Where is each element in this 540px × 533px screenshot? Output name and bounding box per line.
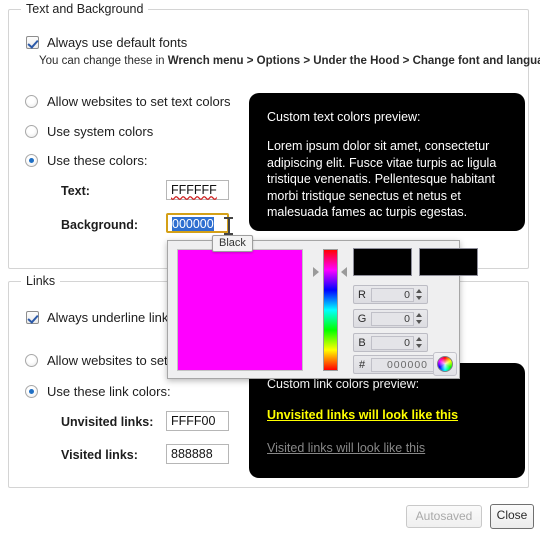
radio-use-these-link-colors-button[interactable] [25, 385, 38, 398]
radio-use-these-colors-label: Use these colors: [47, 153, 148, 168]
link-colors-preview-panel: Custom link colors preview: Unvisited li… [249, 363, 525, 478]
saturation-value-area[interactable] [177, 249, 303, 371]
radio-use-these-link-colors[interactable]: Use these link colors: [25, 384, 171, 399]
text-color-input[interactable]: FFFFFF [166, 180, 229, 200]
text-color-value: FFFFFF [171, 183, 217, 197]
blue-channel-value[interactable]: 0 [371, 335, 414, 350]
red-channel-stepper-icon[interactable] [415, 287, 424, 302]
radio-allow-websites-text-colors-button[interactable] [25, 95, 38, 108]
green-channel-row[interactable]: G 0 [353, 309, 428, 328]
background-color-value: 000000 [172, 217, 214, 231]
visited-links-label: Visited links: [61, 448, 138, 462]
preview-unvisited-link[interactable]: Unvisited links will look like this [267, 408, 507, 422]
color-picker-popup[interactable]: R 0 G 0 B 0 # 000000 [167, 240, 478, 379]
radio-use-these-link-colors-label: Use these link colors: [47, 384, 171, 399]
red-channel-value[interactable]: 0 [371, 287, 414, 302]
default-fonts-hint-prefix: You can change these in [39, 55, 168, 67]
text-cursor-icon [224, 217, 233, 235]
unvisited-links-label: Unvisited links: [61, 415, 154, 429]
green-channel-stepper-icon[interactable] [415, 311, 424, 326]
green-channel-label: G [357, 312, 367, 325]
green-channel-value[interactable]: 0 [371, 311, 414, 326]
blue-channel-label: B [358, 336, 366, 349]
red-channel-label: R [358, 288, 366, 301]
color-wheel-button[interactable] [433, 352, 457, 376]
current-color-swatch[interactable] [419, 248, 478, 276]
radio-use-system-colors-button[interactable] [25, 125, 38, 138]
radio-use-system-colors[interactable]: Use system colors [25, 124, 153, 139]
text-and-background-legend: Text and Background [21, 2, 149, 16]
text-preview-body: Lorem ipsum dolor sit amet, consectetur … [267, 139, 497, 219]
autosaved-button: Autosaved [406, 505, 482, 528]
always-underline-links-label: Always underline links [47, 310, 175, 325]
color-tooltip: Black [212, 235, 253, 252]
close-button[interactable]: Close [490, 504, 534, 529]
unvisited-links-input[interactable]: FFFF00 [166, 411, 229, 431]
color-wheel-icon [437, 356, 453, 372]
background-color-input[interactable]: 000000 [166, 213, 229, 233]
links-legend: Links [21, 274, 61, 288]
hex-label: # [358, 358, 366, 371]
text-color-label: Text: [61, 184, 90, 198]
link-preview-title: Custom link colors preview: [267, 377, 420, 391]
red-channel-row[interactable]: R 0 [353, 285, 428, 304]
visited-links-input[interactable]: 888888 [166, 444, 229, 464]
always-use-default-fonts-checkbox[interactable] [26, 36, 39, 49]
options-dialog: Text and Background Always use default f… [0, 0, 540, 533]
radio-use-these-colors-button[interactable] [25, 154, 38, 167]
always-underline-links-row[interactable]: Always underline links [26, 310, 175, 325]
radio-use-these-colors[interactable]: Use these colors: [25, 153, 147, 168]
radio-use-system-colors-label: Use system colors [47, 124, 154, 139]
radio-allow-websites-text-colors-label: Allow websites to set text colors [47, 94, 231, 109]
default-fonts-hint: You can change these in Wrench menu > Op… [39, 55, 540, 67]
hue-slider[interactable] [323, 249, 338, 371]
radio-allow-websites-link-colors-button[interactable] [25, 354, 38, 367]
blue-channel-row[interactable]: B 0 [353, 333, 428, 352]
blue-channel-stepper-icon[interactable] [415, 335, 424, 350]
always-use-default-fonts-row[interactable]: Always use default fonts [26, 35, 187, 50]
hue-marker-right-icon [341, 267, 347, 277]
preview-visited-link[interactable]: Visited links will look like this [267, 441, 507, 455]
visited-links-value: 888888 [171, 447, 213, 461]
always-underline-links-checkbox[interactable] [26, 311, 39, 324]
new-color-swatch[interactable] [353, 248, 412, 276]
text-preview-title: Custom text colors preview: [267, 110, 421, 124]
radio-allow-websites-text-colors[interactable]: Allow websites to set text colors [25, 94, 231, 109]
hue-marker-left-icon [313, 267, 319, 277]
always-use-default-fonts-label: Always use default fonts [47, 35, 188, 50]
text-colors-preview-panel: Custom text colors preview: Lorem ipsum … [249, 93, 525, 231]
default-fonts-hint-path: Wrench menu > Options > Under the Hood >… [167, 55, 540, 67]
unvisited-links-value: FFFF00 [171, 414, 216, 428]
background-color-label: Background: [61, 218, 139, 232]
